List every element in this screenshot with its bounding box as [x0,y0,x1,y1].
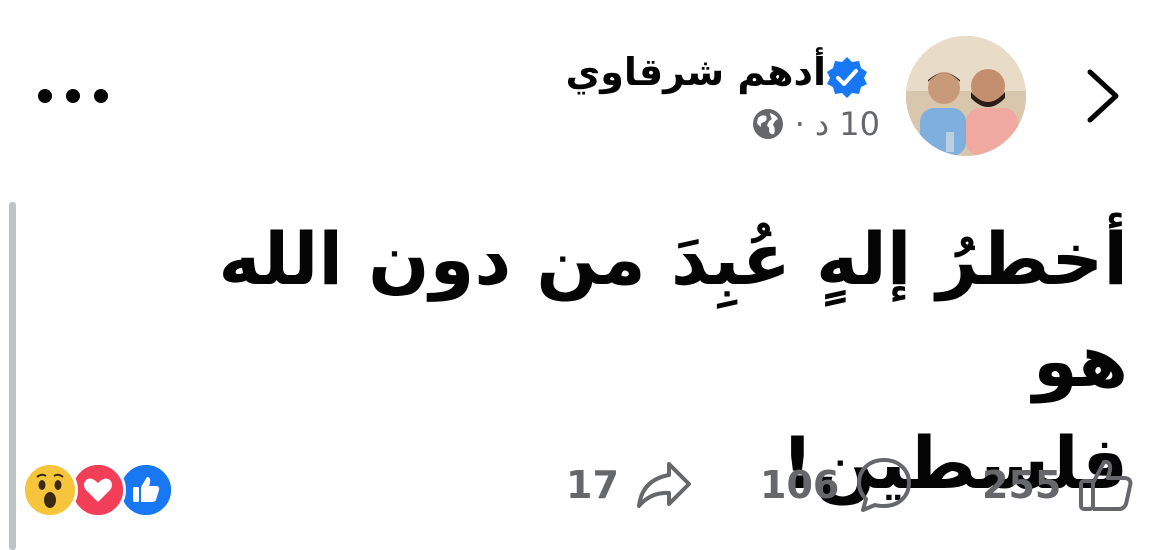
scrollbar[interactable] [9,202,16,550]
avatar[interactable] [906,36,1026,156]
like-icon [118,462,174,518]
post-meta: 10 د · [751,104,880,144]
chevron-right-icon [1087,69,1119,123]
post-time[interactable]: 10 د [815,105,880,143]
more-dot [94,89,108,103]
like-count: 255 [982,463,1062,507]
share-button[interactable]: 17 [566,452,695,518]
more-options-button[interactable] [38,78,108,114]
meta-separator: · [794,105,805,143]
thumbs-up-icon [1079,459,1133,511]
back-button[interactable] [1078,66,1128,126]
wow-icon [22,462,78,518]
avatar-photo [906,36,1026,156]
comment-count: 106 [760,463,840,507]
like-button[interactable]: 255 [982,452,1137,518]
share-count: 17 [566,463,619,507]
author-name[interactable]: أدهم شرقاوي [565,50,826,94]
reaction-summary[interactable] [22,462,174,518]
comment-button[interactable]: 106 [760,452,915,518]
share-icon [636,462,691,508]
more-dot [66,89,80,103]
comment-icon [857,458,912,512]
more-dot [38,89,52,103]
love-icon [70,462,126,518]
post-text-line: أخطرُ إلهٍ عُبِدَ من دون الله هو [218,217,1128,403]
globe-icon [752,109,783,139]
verified-badge-icon [824,54,870,100]
